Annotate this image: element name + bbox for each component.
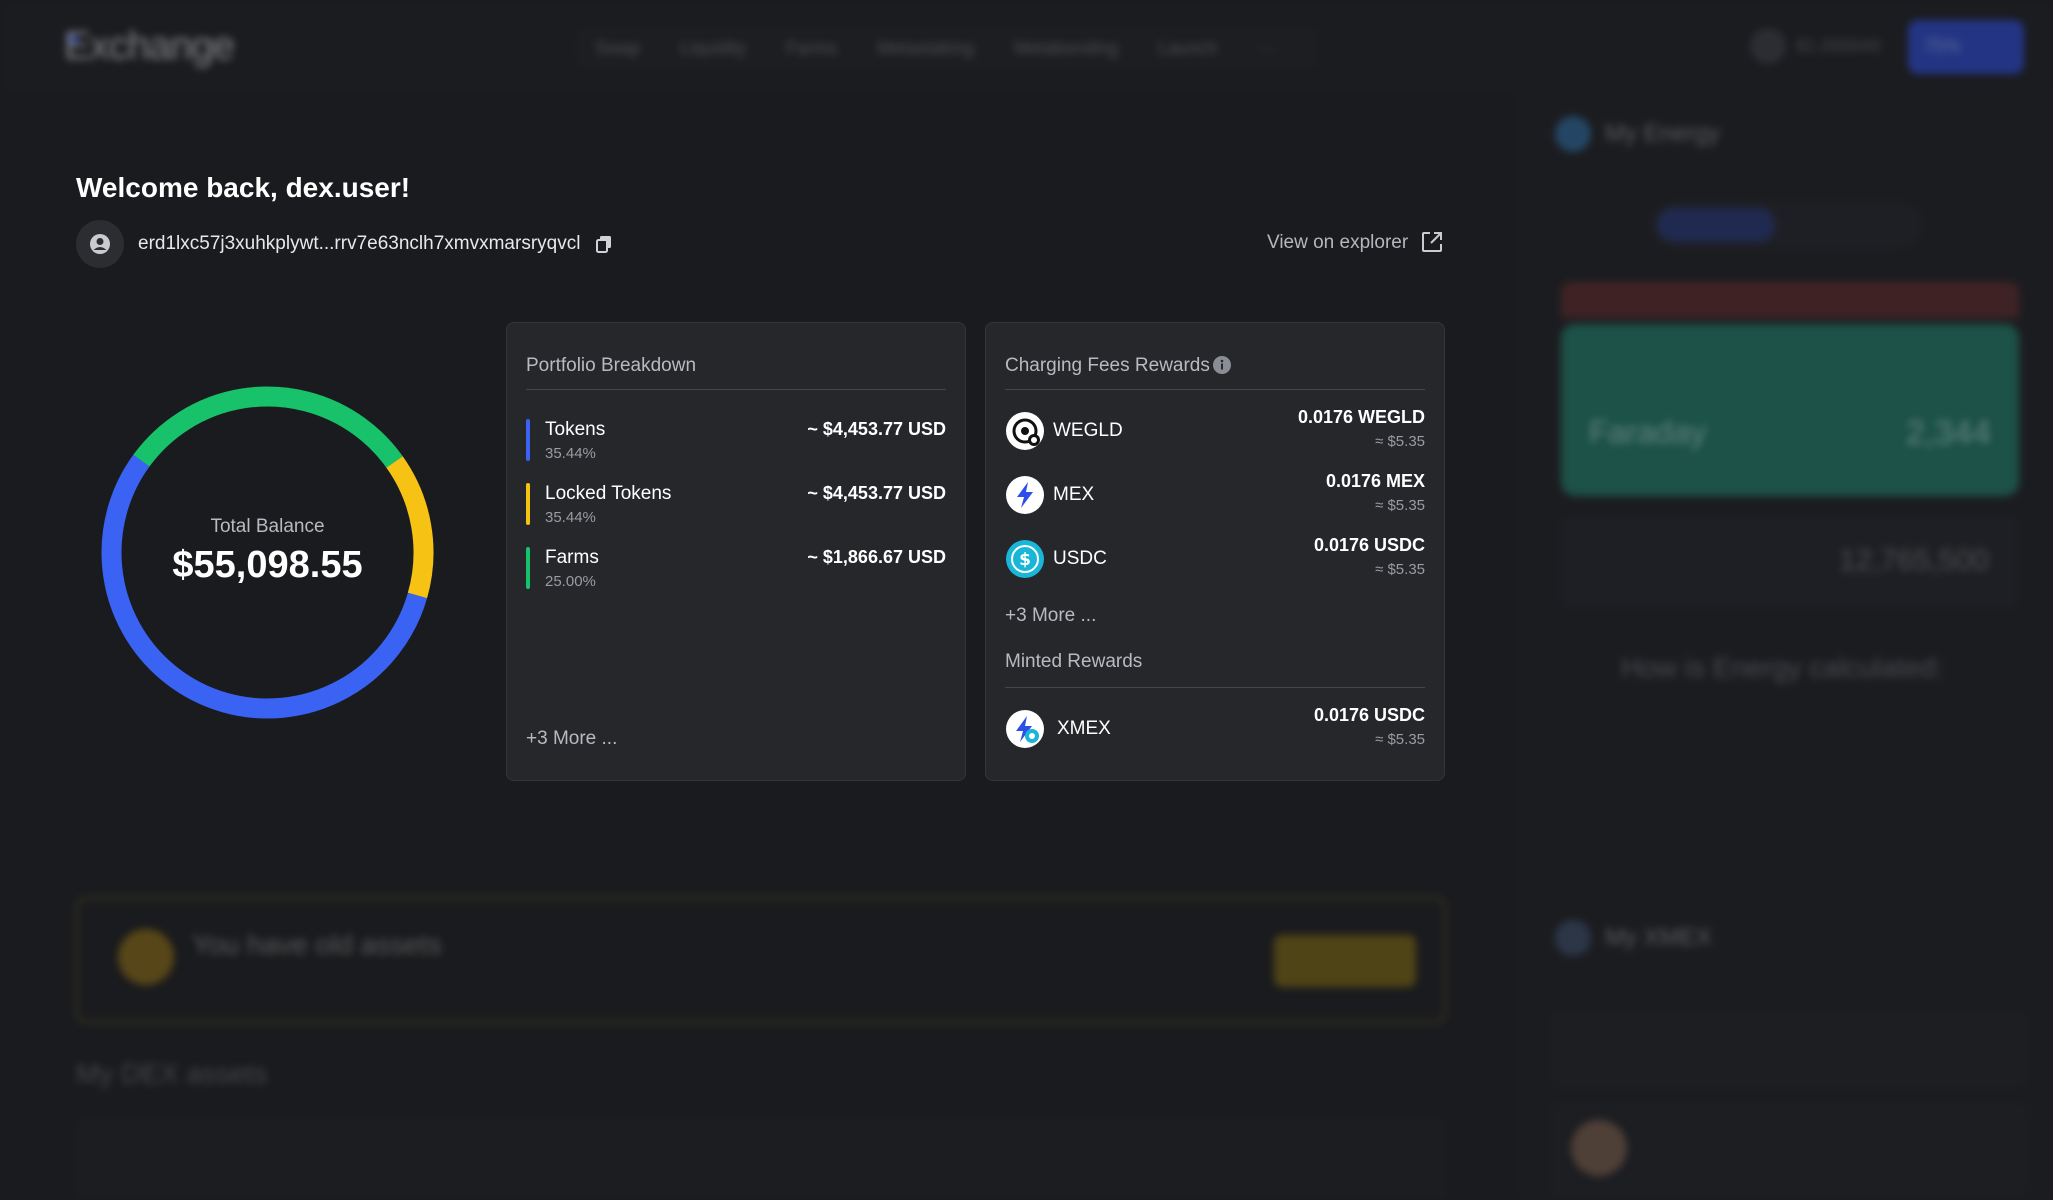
divider — [1005, 687, 1425, 688]
league-card: Faraday 2,344 — [1561, 324, 2019, 496]
fee-usd: ≈ $5.35 — [1375, 433, 1425, 450]
fee-usd: ≈ $5.35 — [1375, 497, 1425, 514]
my-energy-header[interactable]: My Energy — [1555, 116, 1720, 152]
wallet-address: erd1lxc57j3xuhkplywt...rrv7e63nclh7xmvxm… — [138, 233, 581, 254]
minted-rewards-title: Minted Rewards — [1005, 651, 1143, 672]
portfolio-row-name: Locked Tokens — [545, 483, 672, 504]
portfolio-row-value: ~ $4,453.77 USD — [807, 419, 946, 439]
my-xmex-header[interactable]: My XMEX — [1555, 920, 1712, 956]
portfolio-row-value: ~ $1,866.67 USD — [807, 547, 946, 567]
minted-token-name: XMEX — [1057, 718, 1111, 739]
wallet-button[interactable]: 75% — [1908, 20, 2024, 74]
mex-icon — [1006, 476, 1044, 514]
wegld-icon — [1006, 412, 1044, 450]
usdc-icon: $ — [1006, 540, 1044, 578]
fee-token-name: MEX — [1053, 484, 1095, 505]
portfolio-row-farms: Farms 25.00% ~ $1,866.67 USD — [526, 547, 946, 593]
warning-icon — [118, 929, 174, 985]
tab-overview[interactable] — [1657, 208, 1775, 242]
nav-farms[interactable]: Farms — [786, 38, 837, 59]
minted-row-xmex: XMEX 0.0176 USDC ≈ $5.35 — [1005, 705, 1425, 753]
energy-icon — [1555, 116, 1591, 152]
welcome-title: Welcome back, dex.user! — [76, 172, 411, 203]
svg-text:$: $ — [1019, 550, 1031, 570]
total-balance-label: Total Balance — [210, 516, 325, 537]
portfolio-breakdown-title: Portfolio Breakdown — [526, 355, 697, 376]
nav-launch[interactable]: Launch — [1158, 38, 1217, 59]
fee-amount: 0.0176 MEX — [1325, 471, 1425, 491]
fees-more-link[interactable]: +3 More ... — [1005, 605, 1096, 627]
league-position: 2,344 — [1905, 414, 1991, 452]
charging-fees-rewards-panel: Charging Fees Rewards WEGLD 0.0176 WEGLD… — [985, 322, 1445, 781]
portfolio-row-locked-tokens: Locked Tokens 35.44% ~ $4,453.77 USD — [526, 483, 946, 529]
league-banner — [1561, 282, 2019, 318]
external-link-icon[interactable] — [1420, 230, 1444, 259]
portfolio-more-link[interactable]: +3 More ... — [526, 728, 617, 750]
nav-swap[interactable]: Swap — [595, 38, 640, 59]
portfolio-breakdown-panel: Portfolio Breakdown Tokens 35.44% ~ $4,4… — [506, 322, 966, 781]
nav-metastaking[interactable]: Metastaking — [877, 38, 974, 59]
portfolio-row-pct: 35.44% — [545, 509, 596, 526]
total-balance-value: $55,098.55 — [172, 544, 363, 586]
dex-tokens-row[interactable] — [76, 1118, 1446, 1200]
xmex-sidebar-icon — [1555, 920, 1591, 956]
wallet-coin-icon — [1750, 28, 1786, 64]
tokens-color-bar — [526, 419, 530, 461]
user-icon — [90, 234, 110, 254]
my-xmex-title: My XMEX — [1605, 924, 1712, 951]
locked-row — [1551, 1012, 2029, 1086]
top-navigation-bar: Exchange Swap Liquidity Farms Metastakin… — [0, 0, 2053, 92]
minted-amount: 0.0176 USDC — [1313, 705, 1425, 725]
portfolio-row-tokens: Tokens 35.44% ~ $4,453.77 USD — [526, 419, 946, 465]
nav-metabonding[interactable]: Metabonding — [1014, 38, 1118, 59]
xmex-icon — [1006, 710, 1044, 748]
league-name: Faraday — [1589, 414, 1707, 450]
energy-how-title: How is Energy calculated: — [1621, 652, 1944, 683]
fee-row-wegld: WEGLD 0.0176 WEGLD ≈ $5.35 — [1005, 407, 1425, 455]
total-balance-donut: Total Balance $55,098.55 — [95, 380, 440, 725]
portfolio-row-pct: 35.44% — [545, 445, 596, 462]
info-icon[interactable] — [1212, 355, 1232, 380]
wallet-amount: $1.000040 — [1796, 36, 1882, 56]
minted-usd: ≈ $5.35 — [1375, 731, 1425, 748]
energy-row: 12,765,500 — [1561, 516, 2019, 608]
old-assets-title: You have old assets — [192, 929, 442, 960]
fee-row-mex: MEX 0.0176 MEX ≈ $5.35 — [1005, 471, 1425, 519]
fee-row-usdc: $ USDC 0.0176 USDC ≈ $5.35 — [1005, 535, 1425, 583]
portfolio-row-pct: 25.00% — [545, 573, 596, 590]
fee-token-name: USDC — [1053, 548, 1107, 569]
portfolio-row-name: Farms — [545, 547, 599, 568]
logo[interactable]: Exchange — [64, 24, 235, 69]
locked-tokens-color-bar — [526, 483, 530, 525]
portfolio-row-name: Tokens — [545, 419, 606, 440]
copy-icon[interactable] — [596, 235, 612, 258]
account-avatar — [1571, 1120, 1627, 1176]
fee-usd: ≈ $5.35 — [1375, 561, 1425, 578]
sidebar-tabs — [1651, 202, 1921, 248]
migrate-button[interactable] — [1274, 935, 1416, 987]
divider — [1005, 389, 1425, 390]
my-energy-title: My Energy — [1605, 120, 1720, 147]
view-on-explorer-link[interactable]: View on explorer — [1267, 232, 1408, 254]
fee-amount: 0.0176 USDC — [1313, 535, 1425, 555]
divider — [526, 389, 946, 390]
farms-color-bar — [526, 547, 530, 589]
energy-value: 12,765,500 — [1838, 544, 1989, 577]
old-assets-banner[interactable]: You have old assets — [76, 897, 1446, 1023]
portfolio-row-value: ~ $4,453.77 USD — [807, 483, 946, 503]
account-row[interactable] — [1551, 1102, 2029, 1200]
user-avatar — [76, 220, 124, 268]
nav-liquidity[interactable]: Liquidity — [680, 38, 746, 59]
fee-token-name: WEGLD — [1053, 420, 1123, 441]
main-nav: Swap Liquidity Farms Metastaking Metabon… — [575, 26, 1320, 70]
fee-amount: 0.0176 WEGLD — [1297, 407, 1425, 427]
sidebar: My Energy Faraday 2,344 12,765,500 How i… — [1520, 92, 2053, 1200]
nav-more[interactable]: ··· — [1257, 38, 1275, 59]
dex-assets-title: My DEX assets — [76, 1058, 268, 1089]
wallet-badge: 75% — [1924, 36, 1961, 56]
charging-fees-title: Charging Fees Rewards — [1005, 355, 1210, 376]
